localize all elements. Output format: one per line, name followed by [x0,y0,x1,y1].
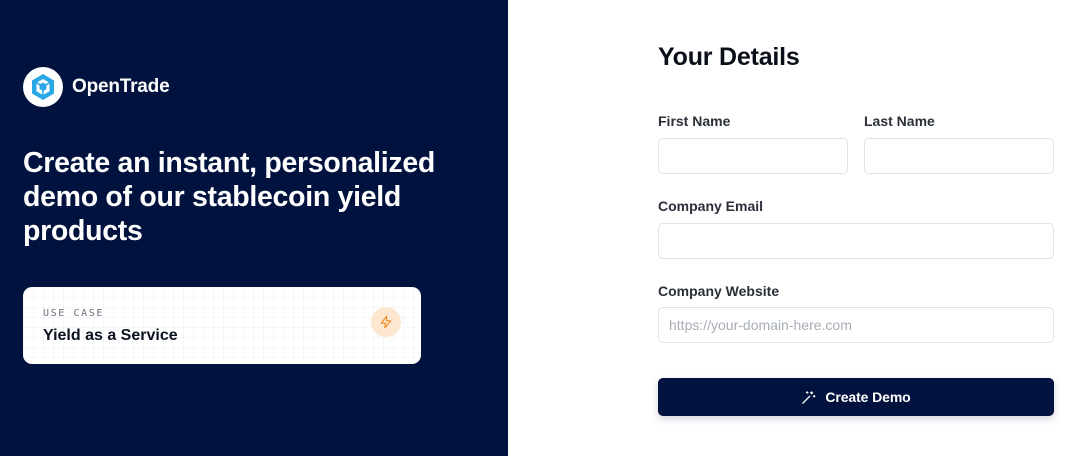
use-case-card[interactable]: USE CASE Yield as a Service [23,287,421,364]
use-case-label: USE CASE [43,308,104,319]
magic-wand-icon [801,390,816,405]
last-name-input[interactable] [864,138,1054,174]
signup-page: OpenTrade Create an instant, personalize… [0,0,1090,456]
opentrade-logo-icon [23,67,63,107]
lightning-bolt-icon [371,307,401,337]
company-email-input[interactable] [658,223,1054,259]
first-name-label: First Name [658,113,731,129]
hero-headline: Create an instant, personalized demo of … [23,147,435,247]
use-case-value: Yield as a Service [43,327,178,344]
create-demo-label: Create Demo [825,389,911,405]
details-form-panel: Your Details First Name Last Name Compan… [508,0,1090,456]
brand-header[interactable]: OpenTrade [23,67,170,107]
company-website-label: Company Website [658,283,780,299]
form-title: Your Details [658,43,800,71]
company-email-label: Company Email [658,198,764,214]
first-name-input[interactable] [658,138,848,174]
last-name-label: Last Name [864,113,935,129]
brand-name: OpenTrade [72,76,170,97]
company-website-input[interactable] [658,307,1054,343]
brand-panel: OpenTrade Create an instant, personalize… [0,0,508,456]
create-demo-button[interactable]: Create Demo [658,378,1054,416]
